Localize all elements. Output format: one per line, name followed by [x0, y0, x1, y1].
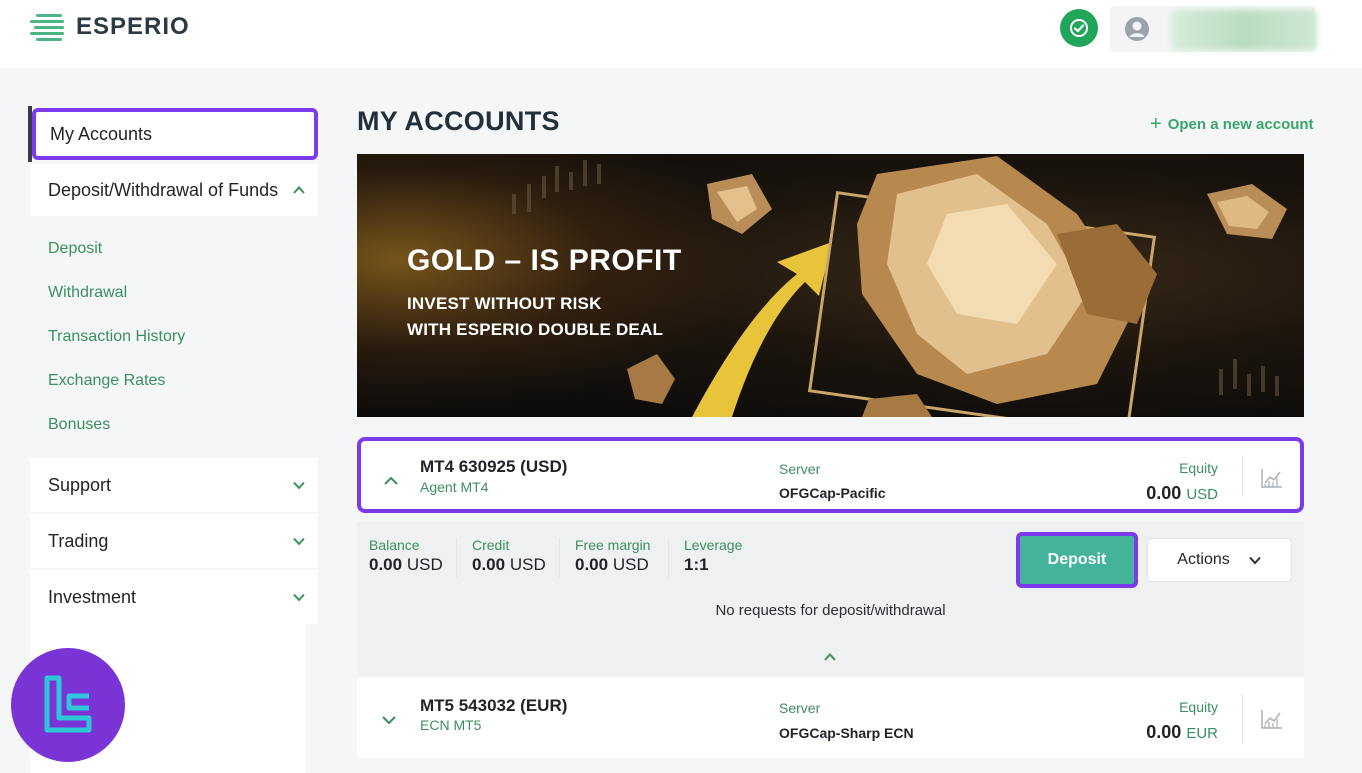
chevron-up-icon[interactable]	[383, 473, 399, 489]
equity-amount: 0.00	[1146, 722, 1182, 742]
deposit-button[interactable]: Deposit	[1016, 532, 1138, 588]
no-requests-message: No requests for deposit/withdrawal	[715, 602, 946, 619]
chevron-down-icon	[293, 593, 305, 602]
server-value: OFGCap-Sharp ECN	[779, 725, 914, 741]
tc-logo-icon	[44, 675, 92, 733]
leverage-label: Leverage	[684, 537, 743, 553]
account-details: Balance 0.00 USD Credit 0.00 USD Free ma…	[357, 522, 1304, 676]
divider	[456, 538, 457, 578]
credit-value: 0.00 USD	[472, 555, 546, 574]
top-bar: ESPERIO	[0, 0, 1362, 68]
sidebar-item-bonuses[interactable]: Bonuses	[48, 416, 110, 434]
account-type: Agent MT4	[420, 479, 489, 495]
account-type: ECN MT5	[420, 717, 482, 733]
promo-banner[interactable]: GOLD – IS PROFIT INVEST WITHOUT RISK WIT…	[357, 154, 1304, 417]
actions-dropdown[interactable]: Actions	[1147, 538, 1292, 582]
chevron-down-icon	[293, 481, 305, 490]
free-margin-stat: Free margin 0.00 USD	[575, 537, 650, 575]
equity-currency: USD	[1186, 486, 1218, 503]
sidebar-item-exchange-rates[interactable]: Exchange Rates	[48, 372, 165, 390]
brand-name: ESPERIO	[76, 13, 190, 40]
actions-label: Actions	[1177, 551, 1230, 568]
server-value: OFGCap-Pacific	[779, 485, 886, 501]
equity-label: Equity	[1179, 460, 1218, 476]
account-card-mt5[interactable]: MT5 543032 (EUR) ECN MT5 Server OFGCap-S…	[357, 678, 1304, 758]
equity-label: Equity	[1179, 699, 1218, 715]
open-new-account-link[interactable]: + Open a new account	[1150, 114, 1314, 134]
leverage-value: 1:1	[684, 555, 709, 574]
balance-label: Balance	[369, 537, 420, 553]
user-name-blurred	[1172, 10, 1317, 50]
equity-amount: 0.00	[1146, 483, 1182, 503]
banner-line-1: INVEST WITHOUT RISK	[407, 294, 602, 313]
divider	[1242, 694, 1243, 744]
account-name: MT5 543032 (EUR)	[420, 696, 568, 715]
account-name: MT4 630925 (USD)	[420, 457, 568, 476]
server-label: Server	[779, 700, 821, 716]
chart-icon[interactable]	[1260, 467, 1284, 489]
sidebar-item-transaction-history[interactable]: Transaction History	[48, 328, 185, 346]
sidebar-item-deposit[interactable]: Deposit	[48, 240, 102, 258]
sidebar-item-label: Support	[48, 474, 112, 495]
collapse-chevron-icon[interactable]	[823, 650, 837, 664]
divider	[1242, 455, 1243, 497]
balance-value: 0.00 USD	[369, 555, 443, 574]
banner-line-2: WITH ESPERIO DOUBLE DEAL	[407, 320, 664, 339]
sidebar-item-label: Deposit/Withdrawal of Funds	[48, 179, 279, 200]
chevron-up-icon	[293, 186, 305, 194]
free-margin-label: Free margin	[575, 537, 651, 553]
gold-nuggets-illustration	[512, 156, 1287, 417]
balance-stat: Balance 0.00 USD	[369, 537, 443, 575]
sidebar-item-label: Investment	[48, 586, 137, 607]
chart-icon[interactable]	[1260, 708, 1284, 730]
banner-title: GOLD – IS PROFIT	[407, 244, 682, 277]
funds-submenu: Deposit Withdrawal Transaction History E…	[30, 216, 318, 452]
sidebar-item-trading[interactable]: Trading	[30, 514, 318, 568]
chevron-down-icon	[293, 537, 305, 546]
free-margin-value: 0.00 USD	[575, 555, 649, 574]
chevron-down-icon[interactable]	[381, 712, 397, 728]
sidebar-item-withdrawal[interactable]: Withdrawal	[48, 284, 127, 302]
leverage-stat: Leverage 1:1	[684, 537, 742, 575]
sidebar-item-support[interactable]: Support	[30, 458, 318, 512]
sidebar-item-investment[interactable]: Investment	[30, 570, 318, 624]
sidebar-item-funds[interactable]: Deposit/Withdrawal of Funds	[30, 164, 318, 216]
divider	[668, 538, 669, 578]
page-title: MY ACCOUNTS	[357, 106, 560, 136]
open-new-account-label: Open a new account	[1167, 115, 1314, 133]
tc-watermark-logo	[11, 648, 125, 762]
check-badge-icon[interactable]	[1060, 9, 1098, 47]
account-card-mt4[interactable]: MT4 630925 (USD) Agent MT4 Server OFGCap…	[357, 437, 1304, 513]
credit-label: Credit	[472, 537, 510, 553]
esperio-logo[interactable]: ESPERIO	[30, 12, 190, 42]
equity-value: 0.00 EUR	[1146, 722, 1218, 743]
server-label: Server	[779, 461, 821, 477]
user-menu[interactable]	[1110, 6, 1317, 52]
equity-currency: EUR	[1186, 725, 1218, 742]
chevron-down-icon	[1248, 556, 1261, 565]
user-avatar-icon	[1125, 17, 1149, 41]
sidebar-item-label: My Accounts	[50, 123, 153, 144]
divider	[559, 538, 560, 578]
sidebar-item-my-accounts[interactable]: My Accounts	[32, 108, 318, 160]
logo-icon	[30, 12, 68, 42]
credit-stat: Credit 0.00 USD	[472, 537, 546, 575]
plus-icon: +	[1150, 113, 1162, 135]
equity-value: 0.00 USD	[1146, 483, 1218, 504]
sidebar-item-label: Trading	[48, 530, 109, 551]
